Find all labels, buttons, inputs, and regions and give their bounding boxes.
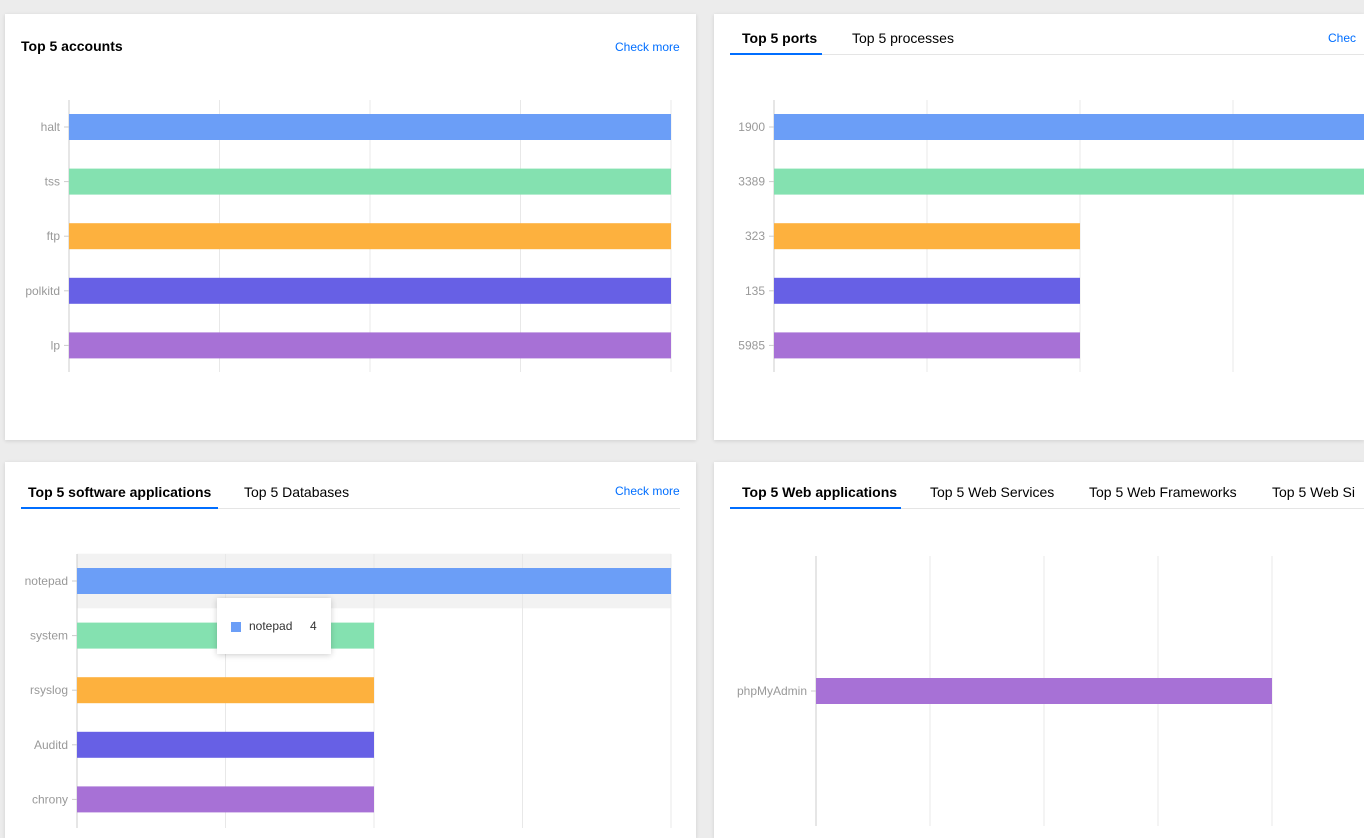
tab-top-5-web-sites[interactable]: Top 5 Web Si: [1272, 484, 1355, 508]
bar-lp: [69, 332, 671, 359]
y-tick-label-323: 323: [745, 229, 765, 243]
bar-323: [774, 223, 1080, 250]
bar-chrony: [77, 786, 374, 813]
bar-tss: [69, 168, 671, 195]
ports-tabs: Top 5 ports Top 5 processes: [730, 30, 1364, 55]
bar-3389: [774, 168, 1364, 195]
web-active-tab-indicator: [730, 507, 901, 509]
accounts-card: halt tss ftp polkitd lp Top 5 accounts Check…: [5, 14, 696, 440]
ports-card: 1900 3389 323 135 5985 Top 5 ports Top 5 pro…: [714, 14, 1364, 440]
web-chart: phpMyAdmin: [737, 556, 1273, 826]
software-chart: notepad system rsyslog Auditd chrony: [25, 553, 672, 828]
tooltip-series-name: notepad: [249, 619, 293, 633]
ports-check-more-link[interactable]: Chec: [1328, 31, 1356, 45]
bar-halt: [69, 114, 671, 140]
software-card: notepad system rsyslog Auditd chrony Top 5 s…: [5, 462, 696, 838]
y-tick-label-system: system: [30, 629, 68, 643]
dashboard: halt tss ftp polkitd lp Top 5 accounts Check…: [0, 0, 1364, 838]
y-tick-label-tss: tss: [45, 175, 60, 189]
bar-polkitd: [69, 277, 671, 304]
bar-notepad: [77, 568, 671, 594]
tab-top-5-web-applications[interactable]: Top 5 Web applications: [742, 484, 897, 508]
bar-ftp: [69, 223, 671, 250]
y-tick-label-ftp: ftp: [47, 229, 61, 243]
accounts-chart: halt tss ftp polkitd lp: [25, 100, 672, 372]
y-tick-label-chrony: chrony: [32, 792, 68, 806]
bar-135: [774, 277, 1080, 304]
accounts-check-more-link[interactable]: Check more: [615, 40, 680, 54]
y-tick-label-5985: 5985: [738, 338, 765, 352]
tab-top-5-web-frameworks[interactable]: Top 5 Web Frameworks: [1089, 484, 1237, 508]
y-tick-label-lp: lp: [51, 338, 61, 352]
tab-top-5-databases[interactable]: Top 5 Databases: [244, 484, 349, 508]
tab-top-5-web-services[interactable]: Top 5 Web Services: [930, 484, 1054, 508]
y-tick-label-3389: 3389: [738, 175, 765, 189]
accounts-title: Top 5 accounts: [21, 38, 123, 54]
bar-phpMyAdmin: [816, 678, 1272, 704]
y-tick-label-Auditd: Auditd: [34, 738, 68, 752]
ports-active-tab-indicator: [730, 53, 822, 55]
ports-chart: 1900 3389 323 135 5985: [738, 100, 1364, 372]
y-tick-label-1900: 1900: [738, 120, 765, 134]
software-check-more-link[interactable]: Check more: [615, 484, 680, 498]
y-tick-label-polkitd: polkitd: [25, 284, 60, 298]
web-tabs: Top 5 Web applications Top 5 Web Service…: [730, 484, 1364, 509]
y-tick-label-phpMyAdmin: phpMyAdmin: [737, 684, 807, 698]
bar-rsyslog: [77, 677, 374, 704]
tab-top-5-processes[interactable]: Top 5 processes: [852, 30, 954, 54]
software-active-tab-indicator: [21, 507, 218, 509]
y-tick-label-notepad: notepad: [25, 574, 68, 588]
software-tabs: Top 5 software applications Top 5 Databa…: [21, 484, 680, 509]
bar-Auditd: [77, 731, 374, 758]
tooltip-series-value: 4: [310, 619, 317, 633]
tab-top-5-software-applications[interactable]: Top 5 software applications: [28, 484, 211, 508]
y-tick-label-135: 135: [745, 284, 765, 298]
y-tick-label-rsyslog: rsyslog: [30, 683, 68, 697]
chart-tooltip: notepad 4: [217, 598, 331, 654]
y-tick-label-halt: halt: [41, 120, 61, 134]
bar-1900: [774, 114, 1364, 140]
tooltip-series-marker: [231, 622, 241, 632]
web-card: phpMyAdmin Top 5 Web applications Top 5 …: [714, 462, 1364, 838]
bar-5985: [774, 332, 1080, 359]
tab-top-5-ports[interactable]: Top 5 ports: [742, 30, 817, 54]
